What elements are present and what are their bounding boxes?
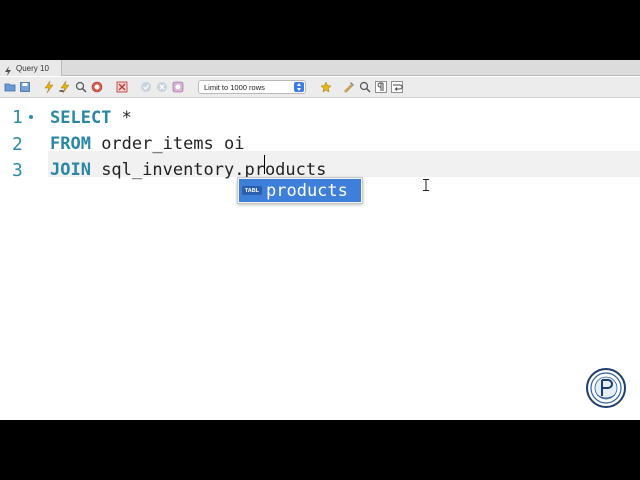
rollback-icon[interactable] [156,81,168,93]
select-arrows-icon [294,82,304,92]
save-icon[interactable] [19,81,31,93]
limit-rows-select[interactable]: Limit to 1000 rows [198,80,306,94]
limit-rows-value: Limit to 1000 rows [204,82,265,92]
channel-logo-icon [586,368,626,408]
code-text: order_items oi [90,134,245,154]
tab-label: Query 10 [16,63,49,73]
code-line: FROM order_items oi [50,134,244,154]
explain-icon[interactable] [75,81,87,93]
sql-keyword: FROM [50,134,91,154]
autocomplete-item-label: products [266,180,348,201]
lightning-icon [4,63,12,76]
wrap-icon[interactable] [391,81,403,93]
bookmark-icon[interactable] [320,81,332,93]
tab-bar: Query 10 [0,60,640,76]
line-number: 3 [12,160,23,181]
execute-icon[interactable] [43,81,55,93]
toggle-error-icon[interactable] [116,81,128,93]
folder-open-icon[interactable] [4,81,16,93]
autocomplete-popup: TABL products [237,177,363,204]
tab-query[interactable]: Query 10 [0,60,62,76]
execute-line-icon[interactable] [59,81,71,93]
find-icon[interactable] [359,81,371,93]
beautify-icon[interactable] [343,81,355,93]
sql-keyword: JOIN [50,160,91,180]
autocommit-icon[interactable] [172,81,184,93]
line-number: 2 [12,134,23,155]
text-caret [264,155,265,174]
commit-icon[interactable] [140,81,152,93]
toolbar: Limit to 1000 rows [0,77,640,98]
table-type-badge: TABL [242,186,262,195]
invisibles-icon[interactable] [375,81,387,93]
code-editor[interactable]: 1 2 3 SELECT * FROM order_items oi JOIN … [0,99,640,420]
code-text: * [111,108,132,128]
autocomplete-item[interactable]: TABL products [239,179,361,202]
fold-marker-icon[interactable] [29,115,33,119]
sql-editor-window: Query 10 Limit to 1000 rows 1 2 3 SELECT… [0,60,640,420]
letterbox-bottom [0,420,640,480]
stop-icon[interactable] [91,81,103,93]
ibeam-cursor-icon [422,178,430,191]
letterbox-top [0,0,640,60]
sql-keyword: SELECT [50,108,112,128]
code-line: SELECT * [50,108,132,128]
line-number: 1 [12,107,23,128]
